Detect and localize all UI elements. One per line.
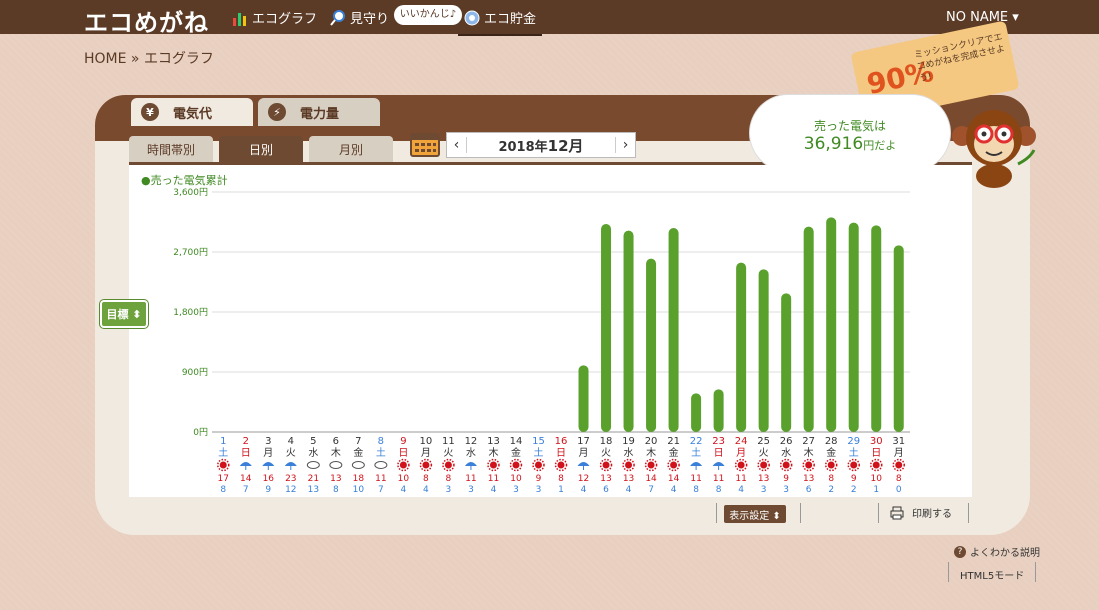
nav-mimamori[interactable]: 見守り: [330, 8, 389, 27]
sold-value-line: 36,916円だよ: [750, 134, 950, 154]
nav-chokin-label: エコ貯金: [484, 12, 537, 27]
chart-legend: ●売った電気累計: [141, 174, 228, 187]
separator: [968, 503, 969, 523]
breadcrumb[interactable]: HOME » エコグラフ: [84, 48, 214, 68]
chart-area: [129, 165, 972, 497]
sold-value: 36,916: [803, 134, 864, 154]
nav-ecograph-label: エコグラフ: [252, 12, 318, 27]
nav-ecograph[interactable]: エコグラフ: [232, 8, 317, 27]
separator: [948, 562, 949, 582]
nav-active-underline: [458, 34, 542, 36]
subtab-daily[interactable]: 日別: [219, 136, 303, 162]
sold-unit: 円だよ: [863, 139, 897, 152]
piggy-bank-icon: [464, 10, 480, 25]
bar-chart-icon: [233, 12, 246, 26]
print-label: 印刷する: [912, 509, 952, 520]
nav-mimamori-label: 見守り: [350, 12, 390, 27]
user-menu[interactable]: NO NAME ▾: [946, 10, 1019, 25]
month-month: 12月: [547, 136, 584, 155]
print-button[interactable]: 印刷する: [890, 505, 952, 520]
html5-mode-link[interactable]: HTML5モード: [960, 567, 1024, 582]
help-link[interactable]: ? よくわかる説明: [954, 544, 1040, 559]
printer-icon: [890, 506, 904, 519]
mission-text: ミッションクリアでエコめがねを完成させよう!: [913, 32, 1007, 85]
month-label: 2018年12月: [467, 135, 615, 156]
tab-cost-label: 電気代: [173, 106, 213, 122]
yen-coin-icon: ¥: [141, 103, 159, 121]
tab-power-label: 電力量: [300, 106, 340, 122]
tab-power[interactable]: ⚡ 電力量: [258, 98, 380, 126]
separator: [716, 503, 717, 523]
month-navigator: ‹ 2018年12月 ›: [446, 132, 636, 158]
separator: [800, 503, 801, 523]
separator: [1035, 562, 1036, 582]
bolt-icon: ⚡: [268, 103, 286, 121]
subtab-monthly[interactable]: 月別: [309, 136, 393, 162]
magnifier-icon: [330, 9, 345, 26]
display-settings-button[interactable]: 表示設定 ⬍: [724, 505, 786, 523]
status-bubble: いいかんじ♪: [394, 5, 462, 25]
subtab-hourly[interactable]: 時間帯別: [129, 136, 213, 162]
goal-button[interactable]: 目標 ⬍: [100, 300, 148, 328]
question-icon: ?: [954, 545, 966, 558]
prev-month-button[interactable]: ‹: [447, 137, 467, 153]
month-year: 2018年: [498, 139, 548, 155]
sold-summary-cloud: 売った電気は 36,916円だよ: [750, 95, 950, 171]
separator: [878, 503, 879, 523]
logo[interactable]: エコめがね: [84, 3, 209, 38]
tab-cost[interactable]: ¥ 電気代: [131, 98, 253, 126]
nav-chokin[interactable]: エコ貯金: [464, 8, 536, 27]
calendar-icon[interactable]: [410, 131, 440, 157]
help-label: よくわかる説明: [970, 548, 1040, 559]
sold-label: 売った電気は: [813, 119, 886, 133]
next-month-button[interactable]: ›: [615, 137, 635, 153]
